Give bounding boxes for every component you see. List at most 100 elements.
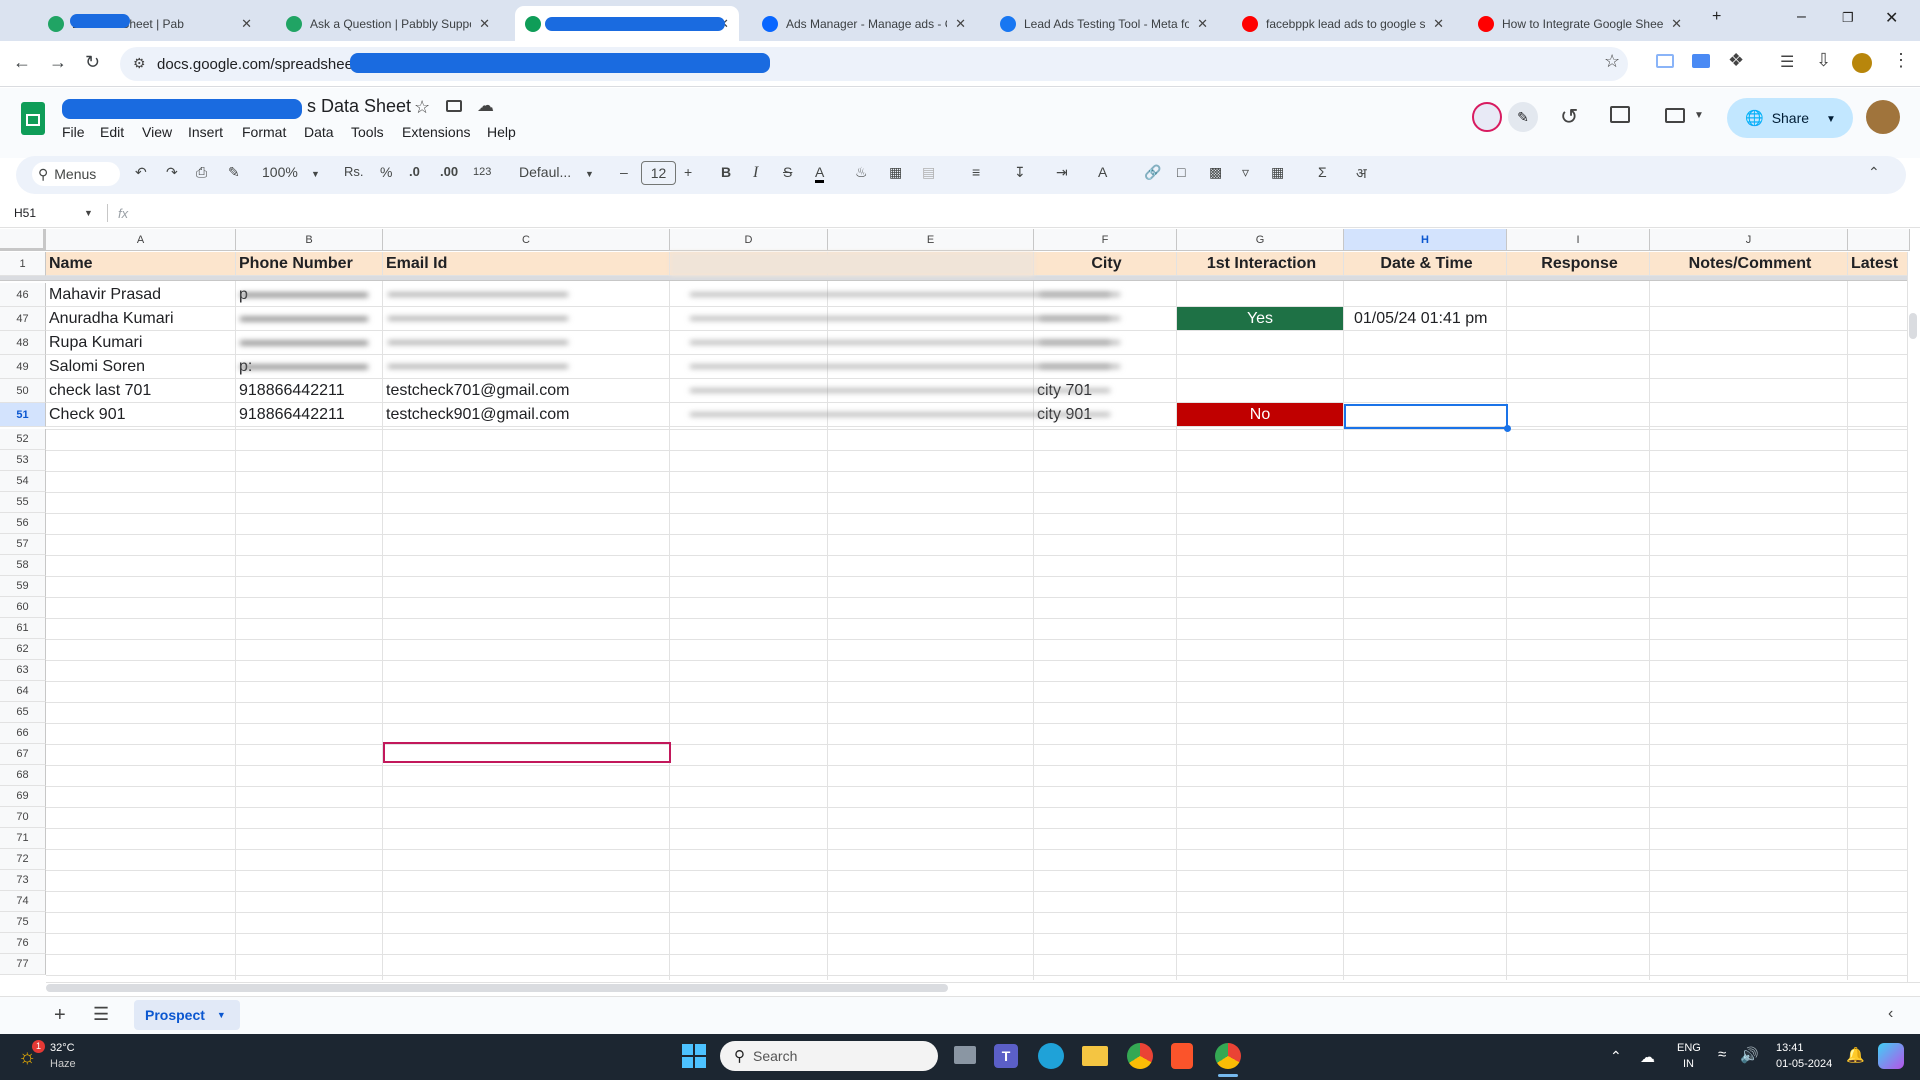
menu-help[interactable]: Help bbox=[487, 124, 516, 140]
menu-data[interactable]: Data bbox=[304, 124, 334, 140]
bookmark-star-icon[interactable]: ☆ bbox=[1604, 51, 1620, 72]
close-window-icon[interactable]: ✕ bbox=[1885, 8, 1898, 28]
profile-avatar[interactable] bbox=[1852, 53, 1872, 73]
frozen-row-divider[interactable] bbox=[0, 276, 1910, 281]
column-header-f[interactable]: F bbox=[1034, 229, 1177, 251]
row-header-77[interactable]: 77 bbox=[0, 954, 46, 975]
horizontal-align-icon[interactable]: ≡ bbox=[972, 164, 980, 180]
teams-icon[interactable]: T bbox=[994, 1044, 1018, 1068]
add-tab-icon[interactable]: + bbox=[1712, 8, 1721, 26]
increase-decimal-button[interactable]: .00 bbox=[440, 164, 458, 179]
onedrive-icon[interactable]: ☁ bbox=[1640, 1048, 1655, 1066]
browser-menu-icon[interactable]: ⋮ bbox=[1892, 50, 1910, 71]
table-cell[interactable] bbox=[1848, 403, 1910, 427]
row-header-67[interactable]: 67 bbox=[0, 744, 46, 765]
row-header-74[interactable]: 74 bbox=[0, 891, 46, 912]
menu-file[interactable]: File bbox=[62, 124, 85, 140]
row-header-73[interactable]: 73 bbox=[0, 870, 46, 891]
insert-chart-icon[interactable]: ▩ bbox=[1209, 164, 1222, 181]
row-header-55[interactable]: 55 bbox=[0, 492, 46, 513]
font-size-input[interactable]: 12 bbox=[641, 161, 676, 185]
header-cell[interactable]: City bbox=[1034, 252, 1177, 276]
close-tab-icon[interactable]: ✕ bbox=[955, 16, 966, 32]
table-cell-interaction[interactable]: No bbox=[1177, 403, 1344, 427]
header-cell[interactable]: Notes/Comment bbox=[1650, 252, 1848, 276]
bold-icon[interactable]: B bbox=[721, 164, 731, 180]
browser-tab[interactable]: Ads Manager - Manage ads - C ✕ bbox=[752, 6, 976, 41]
row-header-59[interactable]: 59 bbox=[0, 576, 46, 597]
fill-color-icon[interactable]: ♨ bbox=[855, 164, 868, 181]
table-cell-interaction[interactable] bbox=[1177, 379, 1344, 403]
insert-link-icon[interactable]: 🔗 bbox=[1144, 164, 1161, 181]
menu-edit[interactable]: Edit bbox=[100, 124, 124, 140]
row-header-75[interactable]: 75 bbox=[0, 912, 46, 933]
header-cell[interactable]: Email Id bbox=[383, 252, 670, 276]
volume-icon[interactable]: 🔊 bbox=[1740, 1046, 1759, 1064]
table-cell-name[interactable]: Salomi Soren bbox=[46, 355, 236, 379]
table-cell-name[interactable]: check last 701 bbox=[46, 379, 236, 403]
filter-icon[interactable]: ▿ bbox=[1242, 164, 1249, 181]
chrome-profile-icon[interactable] bbox=[1215, 1043, 1241, 1069]
row-header-1[interactable]: 1 bbox=[0, 252, 46, 276]
row-header-48[interactable]: 48 bbox=[0, 331, 46, 355]
row-header-52[interactable]: 52 bbox=[0, 429, 46, 450]
menu-view[interactable]: View bbox=[142, 124, 172, 140]
table-cell-email[interactable]: testcheck901@gmail.com bbox=[383, 403, 670, 427]
row-header-65[interactable]: 65 bbox=[0, 702, 46, 723]
table-cell[interactable] bbox=[1507, 283, 1650, 307]
text-wrap-icon[interactable]: ⇥ bbox=[1056, 164, 1068, 181]
menus-search[interactable]: ⚲ Menus bbox=[32, 162, 120, 186]
browser-tab[interactable]: How to Integrate Google Sheet ✕ bbox=[1468, 6, 1692, 41]
add-sheet-icon[interactable]: + bbox=[54, 1004, 66, 1027]
empty-grid-area[interactable] bbox=[46, 429, 1920, 980]
chevron-down-icon[interactable]: ▼ bbox=[1694, 110, 1704, 121]
table-cell-email[interactable]: testcheck701@gmail.com bbox=[383, 379, 670, 403]
column-header-h[interactable]: H bbox=[1344, 229, 1507, 251]
table-cell-interaction[interactable]: Yes bbox=[1177, 307, 1344, 331]
table-cell-datetime[interactable] bbox=[1344, 355, 1507, 379]
paint-format-icon[interactable]: ✎ bbox=[228, 164, 240, 181]
move-folder-icon[interactable] bbox=[446, 100, 462, 112]
header-cell[interactable]: 1st Interaction bbox=[1177, 252, 1344, 276]
table-cell-name[interactable]: Check 901 bbox=[46, 403, 236, 427]
row-header-63[interactable]: 63 bbox=[0, 660, 46, 681]
share-dropdown-icon[interactable]: ▼ bbox=[1826, 114, 1836, 125]
row-header-64[interactable]: 64 bbox=[0, 681, 46, 702]
sheets-logo-icon[interactable] bbox=[21, 102, 45, 135]
percent-format-button[interactable]: % bbox=[380, 164, 392, 180]
print-icon[interactable]: ⎙ bbox=[196, 164, 207, 181]
row-header-66[interactable]: 66 bbox=[0, 723, 46, 744]
merge-cells-icon[interactable]: ▤ bbox=[922, 164, 935, 181]
file-explorer-icon[interactable] bbox=[1082, 1046, 1108, 1066]
table-cell[interactable] bbox=[1650, 307, 1848, 331]
row-header-69[interactable]: 69 bbox=[0, 786, 46, 807]
browser-tab[interactable]: facebppk lead ads to google sh ✕ bbox=[1232, 6, 1454, 41]
meet-presence-icon[interactable]: ✎ bbox=[1508, 102, 1538, 132]
insert-comment-icon[interactable]: □ bbox=[1177, 164, 1185, 180]
extension-icon[interactable] bbox=[1656, 54, 1674, 68]
row-header-46[interactable]: 46 bbox=[0, 283, 46, 307]
row-header-54[interactable]: 54 bbox=[0, 471, 46, 492]
column-header-g[interactable]: G bbox=[1177, 229, 1344, 251]
redo-icon[interactable]: ↷ bbox=[166, 164, 178, 181]
zoom-chevron-icon[interactable]: ▼ bbox=[311, 169, 320, 179]
copilot-icon[interactable] bbox=[1878, 1043, 1904, 1069]
strikethrough-icon[interactable]: S bbox=[783, 164, 792, 180]
column-header-c[interactable]: C bbox=[383, 229, 670, 251]
table-cell[interactable] bbox=[1848, 331, 1910, 355]
row-header-60[interactable]: 60 bbox=[0, 597, 46, 618]
language-label[interactable]: ENG bbox=[1677, 1042, 1701, 1054]
table-cell[interactable] bbox=[1507, 379, 1650, 403]
row-header-53[interactable]: 53 bbox=[0, 450, 46, 471]
row-header-49[interactable]: 49 bbox=[0, 355, 46, 379]
fill-handle[interactable] bbox=[1504, 425, 1511, 432]
browser-tab[interactable]: Lead Ads Testing Tool - Meta fo ✕ bbox=[990, 6, 1218, 41]
font-select[interactable]: Defaul... bbox=[519, 164, 571, 180]
borders-icon[interactable]: ▦ bbox=[889, 164, 902, 181]
row-header-72[interactable]: 72 bbox=[0, 849, 46, 870]
table-cell[interactable] bbox=[1650, 331, 1848, 355]
table-cell[interactable] bbox=[1507, 331, 1650, 355]
table-cell-interaction[interactable] bbox=[1177, 355, 1344, 379]
row-header-61[interactable]: 61 bbox=[0, 618, 46, 639]
table-cell-phone[interactable]: 918866442211 bbox=[236, 403, 383, 427]
